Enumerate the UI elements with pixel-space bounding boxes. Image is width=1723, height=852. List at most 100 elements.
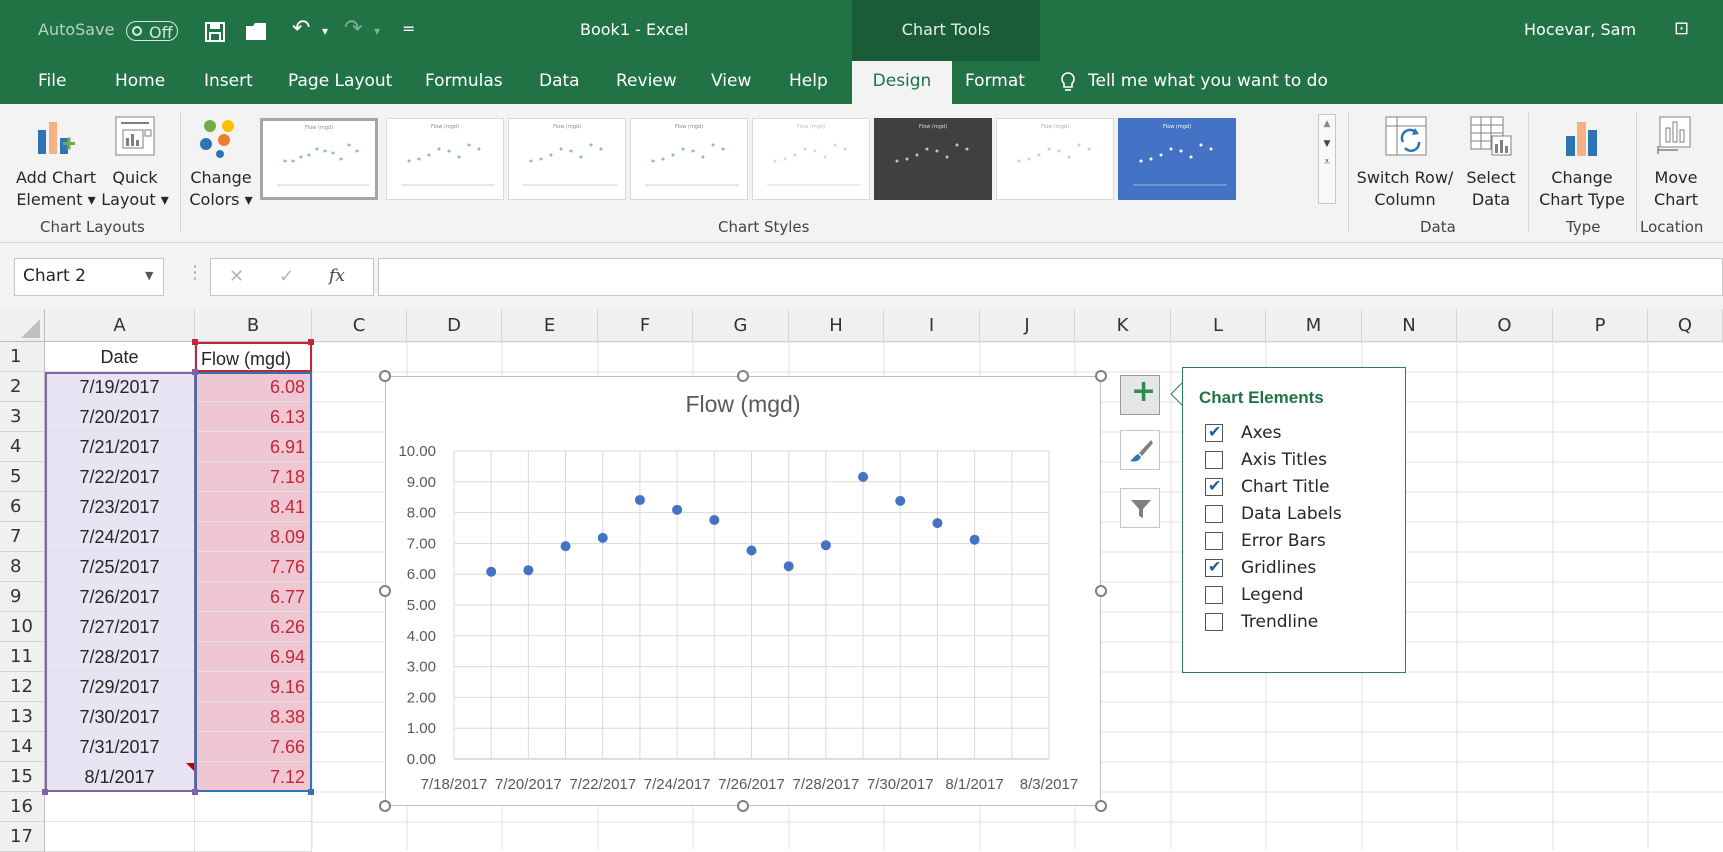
row-header[interactable]: 15: [0, 762, 45, 792]
cell-a1[interactable]: Date: [45, 342, 195, 372]
y-tick-label: 2.00: [407, 689, 436, 706]
resize-handle[interactable]: [1095, 800, 1107, 812]
comment-indicator[interactable]: [186, 763, 194, 771]
y-tick-label: 5.00: [407, 597, 436, 614]
checkbox-label: Chart Title: [1241, 477, 1330, 497]
checkbox-label: Trendline: [1241, 612, 1319, 632]
cell-date[interactable]: 7/28/2017: [45, 642, 195, 672]
chart-elements-button[interactable]: +: [1120, 374, 1160, 415]
y-tick-label: 9.00: [407, 474, 436, 491]
cell-b1[interactable]: Flow (mgd): [195, 342, 312, 372]
cell-date[interactable]: 7/24/2017: [45, 522, 195, 552]
cell-flow[interactable]: 6.13: [195, 402, 312, 432]
cell-date[interactable]: 7/23/2017: [45, 492, 195, 522]
row-header[interactable]: 17: [0, 822, 45, 852]
range-handle[interactable]: [192, 369, 198, 375]
chart-elements-title: Chart Elements: [1199, 388, 1324, 407]
resize-handle[interactable]: [379, 370, 391, 382]
resize-handle[interactable]: [737, 370, 749, 382]
y-tick-label: 3.00: [407, 659, 436, 676]
checkbox[interactable]: [1205, 451, 1223, 469]
row-header[interactable]: 5: [0, 462, 45, 492]
y-tick-label: 0.00: [407, 751, 436, 768]
range-handle[interactable]: [42, 789, 48, 795]
checkbox[interactable]: ✔: [1205, 422, 1223, 442]
cell-date[interactable]: 7/30/2017: [45, 702, 195, 732]
resize-handle[interactable]: [379, 800, 391, 812]
row-header[interactable]: 9: [0, 582, 45, 612]
chart-filters-button[interactable]: [1120, 488, 1160, 528]
cell-empty[interactable]: [195, 822, 312, 852]
plus-icon: +: [1131, 374, 1157, 409]
cell-flow[interactable]: 6.26: [195, 612, 312, 642]
row-header[interactable]: 1: [0, 342, 45, 372]
cell-flow[interactable]: 9.16: [195, 672, 312, 702]
checkbox[interactable]: ✔: [1205, 557, 1223, 577]
checkbox[interactable]: ✔: [1205, 476, 1223, 496]
resize-handle[interactable]: [1095, 585, 1107, 597]
resize-handle[interactable]: [379, 585, 391, 597]
cell-date[interactable]: 7/29/2017: [45, 672, 195, 702]
checkbox[interactable]: [1205, 586, 1223, 604]
range-handle[interactable]: [192, 789, 198, 795]
cell-date[interactable]: 7/27/2017: [45, 612, 195, 642]
cell-date[interactable]: 7/21/2017: [45, 432, 195, 462]
data-point: [523, 565, 534, 576]
cell-flow[interactable]: 6.08: [195, 372, 312, 402]
x-tick-label: 8/1/2017: [945, 776, 1003, 793]
chart-object[interactable]: Flow (mgd) 0.00 1.00 2.00 3.00 4.00 5.00 6.00 7…: [385, 376, 1101, 806]
row-header[interactable]: 2: [0, 372, 45, 402]
cell-date[interactable]: 7/20/2017: [45, 402, 195, 432]
checkbox[interactable]: [1205, 532, 1223, 550]
chart-styles-button[interactable]: [1120, 430, 1160, 470]
row-header[interactable]: 6: [0, 492, 45, 522]
cell-flow[interactable]: 8.38: [195, 702, 312, 732]
row-header[interactable]: 10: [0, 612, 45, 642]
cell-flow[interactable]: 7.66: [195, 732, 312, 762]
checkbox-label: Axes: [1241, 423, 1282, 443]
checkbox[interactable]: [1205, 613, 1223, 631]
cell-flow[interactable]: 7.18: [195, 462, 312, 492]
cell-empty[interactable]: [195, 792, 312, 822]
cell-flow[interactable]: 6.94: [195, 642, 312, 672]
range-handle[interactable]: [308, 339, 314, 345]
data-point: [895, 495, 906, 506]
row-header[interactable]: 8: [0, 552, 45, 582]
row-header[interactable]: 14: [0, 732, 45, 762]
cell-flow[interactable]: 8.41: [195, 492, 312, 522]
cell-date[interactable]: 8/1/2017: [45, 762, 195, 792]
row-header[interactable]: 12: [0, 672, 45, 702]
row-header[interactable]: 16: [0, 792, 45, 822]
range-handle[interactable]: [308, 789, 314, 795]
resize-handle[interactable]: [1095, 370, 1107, 382]
row-header[interactable]: 4: [0, 432, 45, 462]
cell-date[interactable]: 7/25/2017: [45, 552, 195, 582]
cell-date[interactable]: 7/22/2017: [45, 462, 195, 492]
data-point: [783, 561, 794, 572]
data-point: [634, 494, 645, 505]
cell-flow[interactable]: 6.77: [195, 582, 312, 612]
cell-flow[interactable]: 7.12: [195, 762, 312, 792]
cell-empty[interactable]: [45, 792, 195, 822]
paintbrush-icon: [1130, 440, 1153, 462]
x-tick-label: 7/22/2017: [569, 776, 636, 793]
checkbox[interactable]: [1205, 505, 1223, 523]
cell-flow[interactable]: 6.91: [195, 432, 312, 462]
cell-flow[interactable]: 7.76: [195, 552, 312, 582]
resize-handle[interactable]: [737, 800, 749, 812]
data-point: [672, 504, 683, 515]
row-header[interactable]: 3: [0, 402, 45, 432]
row-header[interactable]: 13: [0, 702, 45, 732]
cell-empty[interactable]: [45, 822, 195, 852]
x-tick-label: 7/20/2017: [495, 776, 562, 793]
cell-date[interactable]: 7/26/2017: [45, 582, 195, 612]
cell-date[interactable]: 7/19/2017: [45, 372, 195, 402]
data-point: [932, 518, 943, 529]
y-tick-label: 6.00: [407, 566, 436, 583]
cell-date[interactable]: 7/31/2017: [45, 732, 195, 762]
cell-flow[interactable]: 8.09: [195, 522, 312, 552]
range-handle[interactable]: [192, 339, 198, 345]
row-header[interactable]: 7: [0, 522, 45, 552]
row-header[interactable]: 11: [0, 642, 45, 672]
checkbox-label: Data Labels: [1241, 504, 1342, 524]
